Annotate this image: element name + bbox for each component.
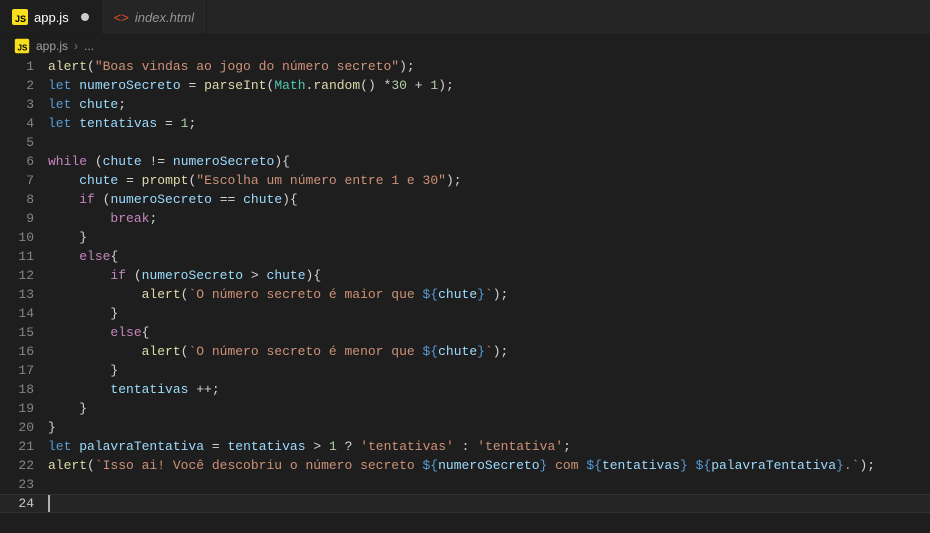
line-number: 13: [0, 285, 34, 304]
line-number: 10: [0, 228, 34, 247]
html-icon: <>: [114, 10, 129, 25]
line-number: 12: [0, 266, 34, 285]
code-editor[interactable]: 123456789101112131415161718192021222324 …: [0, 57, 930, 513]
line-number: 18: [0, 380, 34, 399]
code-content[interactable]: alert("Boas vindas ao jogo do número sec…: [48, 57, 930, 513]
line-number: 2: [0, 76, 34, 95]
tab-bar: JS app.js <> index.html: [0, 0, 930, 35]
breadcrumb[interactable]: JS app.js › ...: [0, 35, 930, 57]
line-number: 14: [0, 304, 34, 323]
breadcrumb-file: app.js: [36, 39, 68, 53]
line-number: 21: [0, 437, 34, 456]
line-number: 9: [0, 209, 34, 228]
line-number: 15: [0, 323, 34, 342]
tab-index-html[interactable]: <> index.html: [102, 0, 207, 34]
tab-label: index.html: [135, 10, 194, 25]
line-number: 8: [0, 190, 34, 209]
line-number: 5: [0, 133, 34, 152]
line-number: 16: [0, 342, 34, 361]
line-number: 19: [0, 399, 34, 418]
chevron-right-icon: ›: [74, 39, 78, 53]
line-number: 7: [0, 171, 34, 190]
breadcrumb-trail: ...: [84, 39, 94, 53]
line-number: 11: [0, 247, 34, 266]
line-number: 1: [0, 57, 34, 76]
line-number: 23: [0, 475, 34, 494]
line-number: 6: [0, 152, 34, 171]
js-icon: JS: [12, 9, 28, 25]
js-icon: JS: [15, 39, 29, 53]
line-number: 3: [0, 95, 34, 114]
line-gutter: 123456789101112131415161718192021222324: [0, 57, 48, 513]
line-number: 4: [0, 114, 34, 133]
tab-app-js[interactable]: JS app.js: [0, 0, 102, 34]
line-number: 20: [0, 418, 34, 437]
line-number: 17: [0, 361, 34, 380]
line-number: 22: [0, 456, 34, 475]
dirty-dot-icon: [81, 13, 89, 21]
active-line-highlight: [0, 494, 930, 513]
tab-label: app.js: [34, 10, 69, 25]
